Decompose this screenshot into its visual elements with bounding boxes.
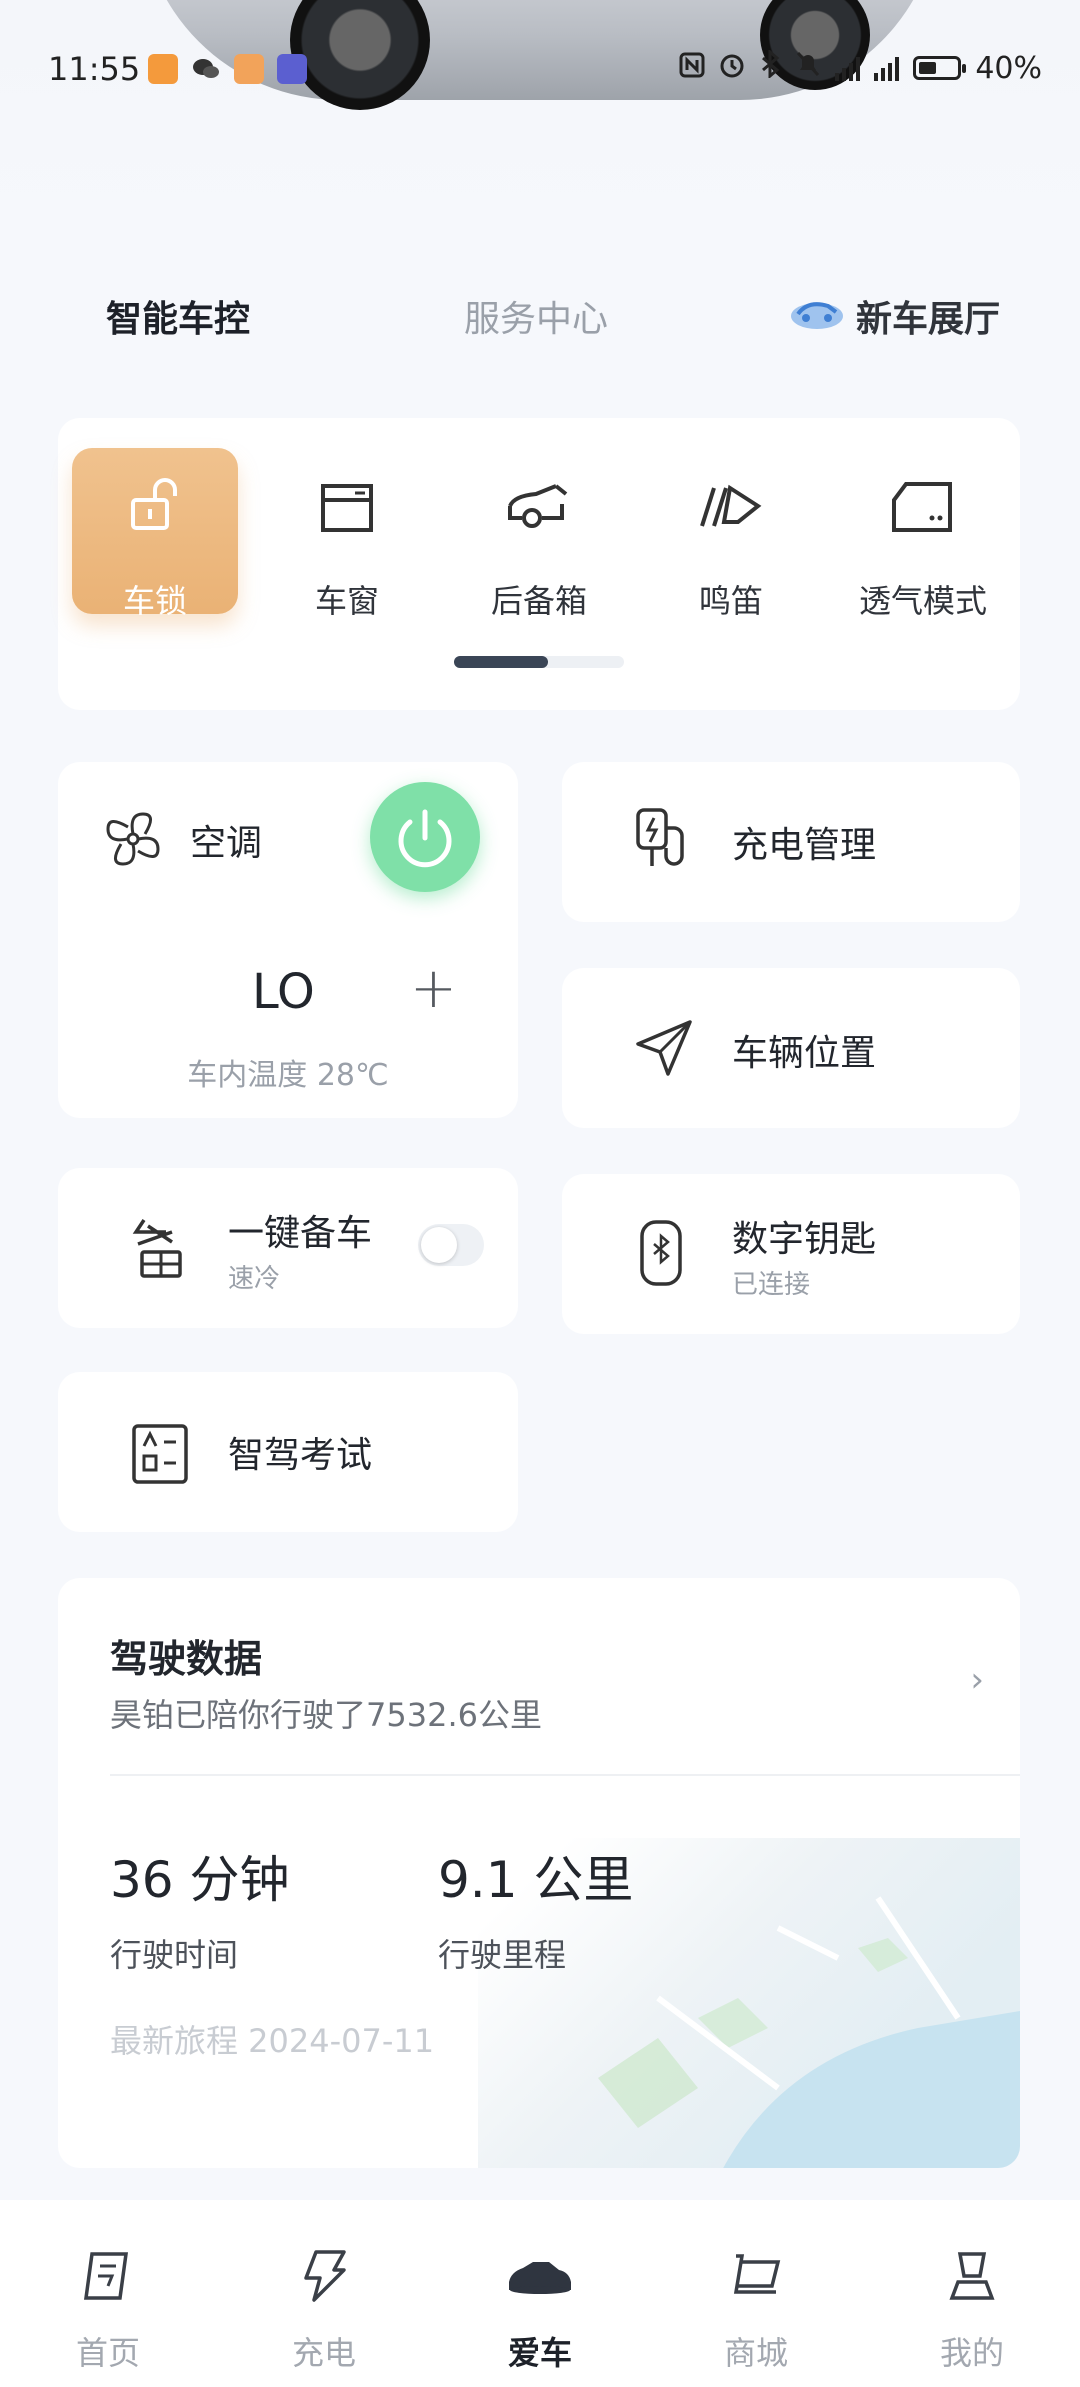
trunk-label: 后备箱	[490, 582, 587, 620]
divider	[110, 1774, 1020, 1776]
driving-data-subtitle: 昊铂已陪你行驶了7532.6公里	[110, 1696, 542, 1734]
driving-data-card[interactable]: 驾驶数据 昊铂已陪你行驶了7532.6公里 › 36 分钟 行驶时间 9.1 公…	[58, 1578, 1020, 2168]
nav-mall-label: 商城	[723, 2334, 788, 2372]
digital-key-status: 已连接	[732, 1270, 811, 1300]
battery-icon	[913, 56, 967, 80]
drive-distance-label: 行驶里程	[438, 1936, 567, 1974]
tab-smart-control[interactable]: 智能车控	[106, 290, 250, 342]
lock-label: 车锁	[122, 582, 187, 620]
lock-button[interactable]: 车锁	[72, 448, 238, 620]
car-prep-toggle[interactable]	[418, 1224, 484, 1266]
nav-profile-label: 我的	[939, 2334, 1004, 2372]
top-tabs: 智能车控 服务中心 新车展厅	[0, 290, 1080, 370]
vehicle-location-label: 车辆位置	[732, 1033, 877, 1074]
power-icon	[398, 809, 452, 868]
drive-time-label: 行驶时间	[110, 1936, 239, 1974]
drive-time-value: 36 分钟	[110, 1851, 290, 1909]
sticker-icon	[277, 54, 308, 84]
trunk-icon	[508, 484, 568, 528]
car-badge-icon	[788, 292, 846, 341]
status-time: 11:55	[48, 50, 141, 88]
digital-key-icon	[640, 1220, 682, 1286]
window-icon	[321, 484, 373, 532]
battery-percent: 40%	[975, 50, 1042, 86]
prep-icon	[132, 1219, 182, 1278]
nav-my-car-label: 爱车	[507, 2334, 572, 2372]
horn-button[interactable]: 鸣笛	[648, 448, 814, 620]
shopping-cart-icon	[733, 2254, 781, 2294]
horn-label: 鸣笛	[698, 582, 763, 620]
mute-bell-icon	[795, 50, 821, 86]
window-button[interactable]: 车窗	[264, 448, 430, 620]
driving-data-title: 驾驶数据	[110, 1637, 263, 1681]
hero-car-image	[0, 0, 1080, 260]
notification-icons	[148, 54, 315, 88]
ac-plus-button[interactable]: +	[410, 956, 457, 1021]
car-prep-sub: 速冷	[228, 1264, 281, 1294]
car-prep-label: 一键备车	[228, 1213, 373, 1254]
latest-trip: 最新旅程 2024-07-11	[110, 2022, 435, 2060]
digital-key-label: 数字钥匙	[732, 1219, 877, 1260]
tab-service-center[interactable]: 服务中心	[464, 290, 608, 342]
taobao-icon	[148, 54, 178, 84]
bluetooth-icon	[759, 48, 781, 86]
charge-management-card[interactable]: 充电管理	[562, 762, 1020, 922]
chevron-right-icon[interactable]: ›	[970, 1660, 984, 1700]
ac-title: 空调	[190, 823, 263, 864]
ventilation-button[interactable]: 透气模式	[840, 448, 1006, 620]
lightning-icon	[304, 2250, 346, 2302]
charge-management-label: 充电管理	[732, 825, 877, 866]
ac-power-button[interactable]	[370, 782, 480, 892]
ac-card[interactable]: 空调 LO + 车内温度 28℃	[58, 762, 518, 1118]
window-label: 车窗	[314, 582, 379, 620]
nav-charge-label: 充电	[291, 2334, 356, 2372]
home-icon	[83, 2252, 129, 2300]
bottom-nav: 首页 充电 爱车 商城 我的	[0, 2200, 1080, 2387]
wechat-icon	[191, 54, 221, 84]
exam-sheet-icon	[132, 1424, 188, 1484]
smart-driving-exam-card[interactable]: 智驾考试	[58, 1372, 518, 1532]
unlock-icon	[131, 478, 177, 530]
alarm-icon	[719, 51, 745, 86]
charger-icon	[636, 808, 684, 866]
vehicle-location-card[interactable]: 车辆位置	[562, 968, 1020, 1128]
nav-home-label: 首页	[75, 2334, 140, 2372]
nfc-icon	[679, 51, 705, 86]
car-prep-card[interactable]: 一键备车 速冷	[58, 1168, 518, 1328]
signal-icon	[835, 55, 861, 81]
ventilation-icon	[892, 482, 952, 532]
navigation-arrow-icon	[636, 1020, 692, 1076]
status-bar: 11:55 40%	[0, 40, 1080, 100]
smart-driving-exam-label: 智驾考试	[228, 1435, 373, 1476]
drive-distance-value: 9.1 公里	[438, 1851, 634, 1909]
app-icon	[234, 54, 265, 84]
ac-inside-temp: 车内温度 28℃	[187, 1058, 389, 1093]
trunk-button[interactable]: 后备箱	[456, 448, 622, 620]
fan-icon	[106, 812, 160, 866]
quick-controls-card: 车锁 车窗 后备箱 鸣笛 透气模式	[58, 418, 1020, 710]
digital-key-card[interactable]: 数字钥匙 已连接	[562, 1174, 1020, 1334]
car-icon	[509, 2262, 571, 2294]
profile-icon	[949, 2252, 995, 2300]
ac-setting: LO	[252, 964, 315, 1020]
page-indicator	[454, 656, 624, 668]
tab-showroom-label: 新车展厅	[856, 299, 1001, 340]
tab-showroom[interactable]: 新车展厅	[788, 290, 1000, 342]
signal-icon-2	[874, 55, 900, 81]
ventilation-label: 透气模式	[858, 582, 987, 620]
horn-icon	[700, 484, 762, 527]
status-right: 40%	[679, 48, 1042, 86]
